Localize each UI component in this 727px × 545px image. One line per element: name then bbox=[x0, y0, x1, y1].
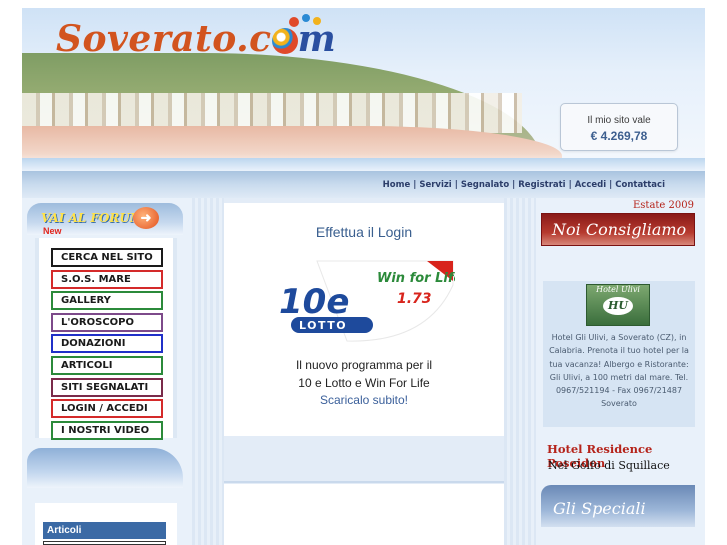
lotto-version-text: 1.73 bbox=[397, 291, 432, 307]
nav-accedi-link[interactable]: Accedi bbox=[575, 180, 606, 190]
hotel-logo-mark: HU bbox=[603, 297, 633, 315]
menu-button-cerca-nel-sito[interactable]: CERCA NEL SITO bbox=[51, 248, 163, 267]
center-content: Effettua il Login Win for Life! 1.73 10e… bbox=[192, 198, 536, 545]
download-link[interactable]: Scaricalo subito! bbox=[224, 393, 504, 407]
gli-speciali-label: Gli Speciali bbox=[553, 499, 646, 518]
logo-balls-icon bbox=[289, 14, 321, 27]
login-title[interactable]: Effettua il Login bbox=[224, 224, 504, 240]
top-nav-links: Home | Servizi | Segnalato | Registrati | Accedi… bbox=[383, 180, 665, 190]
center-lower-box bbox=[224, 484, 504, 545]
center-stripes-right bbox=[504, 198, 536, 545]
hotel-logo-text: Hotel Ulivi bbox=[596, 285, 640, 294]
hotel-ulivi-description: Hotel Gli Ulivi, a Soverato (CZ), in Cal… bbox=[549, 333, 689, 409]
articoli-header[interactable]: Articoli bbox=[43, 522, 166, 539]
lotto-logo[interactable]: Win for Life! 1.73 10e LOTTO bbox=[277, 255, 455, 343]
menu-button-i-nostri-video[interactable]: I NOSTRI VIDEO bbox=[51, 420, 163, 440]
login-promo-box: Effettua il Login Win for Life! 1.73 10e… bbox=[224, 203, 504, 436]
menu-button-donazioni[interactable]: DONAZIONI bbox=[51, 334, 163, 354]
site-value-widget: Il mio sito vale € 4.269,78 bbox=[560, 103, 678, 151]
site-value-amount: € 4.269,78 bbox=[590, 129, 648, 143]
center-divider bbox=[224, 481, 504, 483]
estate-label: Estate 2009 bbox=[633, 200, 694, 211]
menu-button-articoli[interactable]: ARTICOLI bbox=[51, 356, 163, 375]
top-nav-bar: Home | Servizi | Segnalato | Registrati | Accedi… bbox=[22, 171, 705, 198]
nav-servizi-link[interactable]: Servizi bbox=[419, 180, 451, 190]
nav-separator: | bbox=[454, 180, 458, 190]
promo-text-line2: 10 e Lotto e Win For Life bbox=[298, 376, 430, 390]
nav-separator: | bbox=[413, 180, 417, 190]
nav-contattaci-link[interactable]: Contattaci bbox=[615, 180, 665, 190]
center-stripes-left bbox=[192, 198, 224, 545]
gli-speciali-banner[interactable]: Gli Speciali bbox=[541, 485, 695, 527]
forum-banner-label: VAI AL FORUM bbox=[41, 211, 144, 225]
lotto-win-text: Win for Life! bbox=[377, 271, 455, 286]
nav-separator: | bbox=[609, 180, 613, 190]
left-sidebar: VAI AL FORUM ➜ New CERCA NEL SITO S.O.S. … bbox=[27, 198, 183, 545]
hotel-ulivi-logo[interactable]: Hotel Ulivi HU bbox=[586, 284, 650, 326]
lotto-word-text: LOTTO bbox=[299, 319, 347, 332]
lotto-big-text: 10e bbox=[279, 282, 349, 322]
noi-consigliamo-label: Noi Consigliamo bbox=[552, 220, 687, 239]
promo-text-line1: Il nuovo programma per il bbox=[295, 358, 433, 372]
right-sidebar: Estate 2009 Noi Consigliamo Hotel Ulivi … bbox=[541, 198, 699, 545]
menu-button-s-o-s-mare[interactable]: S.O.S. MARE bbox=[51, 269, 163, 289]
menu-button-siti-segnalati[interactable]: SITI SEGNALATI bbox=[51, 377, 163, 397]
menu-button-l-oroscopo[interactable]: L'OROSCOPO bbox=[51, 312, 163, 332]
main-area: VAI AL FORUM ➜ New CERCA NEL SITO S.O.S. … bbox=[22, 198, 705, 545]
nav-segnalato-link[interactable]: Segnalato bbox=[461, 180, 509, 190]
articoli-select[interactable] bbox=[43, 541, 166, 545]
noi-consigliamo-banner: Noi Consigliamo bbox=[541, 213, 695, 246]
hotel-ulivi-ad[interactable]: Hotel Ulivi HU Hotel Gli Ulivi, a Sovera… bbox=[543, 281, 695, 427]
nav-separator: | bbox=[568, 180, 572, 190]
logo-text-main: Soverato.c bbox=[56, 18, 272, 60]
nav-home-link[interactable]: Home bbox=[383, 180, 411, 190]
menu-button-login-accedi[interactable]: LOGIN / ACCEDI bbox=[51, 399, 163, 419]
arrow-right-icon: ➜ bbox=[133, 207, 159, 229]
left-section-header bbox=[27, 448, 183, 488]
header-sea-image bbox=[22, 158, 705, 171]
new-badge: New bbox=[43, 226, 62, 236]
menu-button-gallery[interactable]: GALLERY bbox=[51, 291, 163, 311]
nav-registrati-link[interactable]: Registrati bbox=[518, 180, 565, 190]
poseidon-subtitle: Nel Golfo di Squillace bbox=[548, 459, 670, 472]
nav-separator: | bbox=[512, 180, 516, 190]
header-banner: Soverato.c m Il mio sito vale € 4.269,78 bbox=[22, 8, 705, 171]
site-value-label: Il mio sito vale bbox=[587, 115, 651, 126]
